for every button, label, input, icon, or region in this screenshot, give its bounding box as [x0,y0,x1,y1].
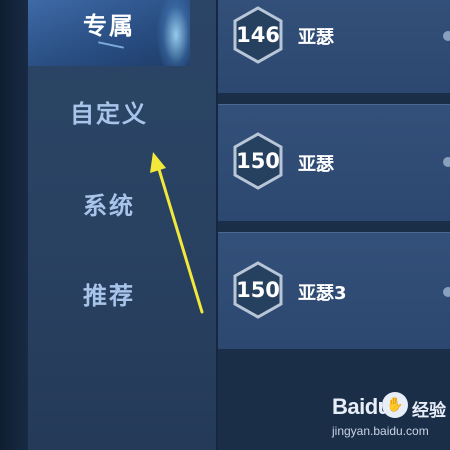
watermark-url: jingyan.baidu.com [332,424,429,438]
baidu-paw-icon: ✋ [382,392,408,418]
pointer-arrow-icon [150,152,204,314]
watermark-text: 经验 [412,401,446,421]
baidu-watermark: Baidu ✋ 经验 jingyan.baidu.com [318,388,448,446]
